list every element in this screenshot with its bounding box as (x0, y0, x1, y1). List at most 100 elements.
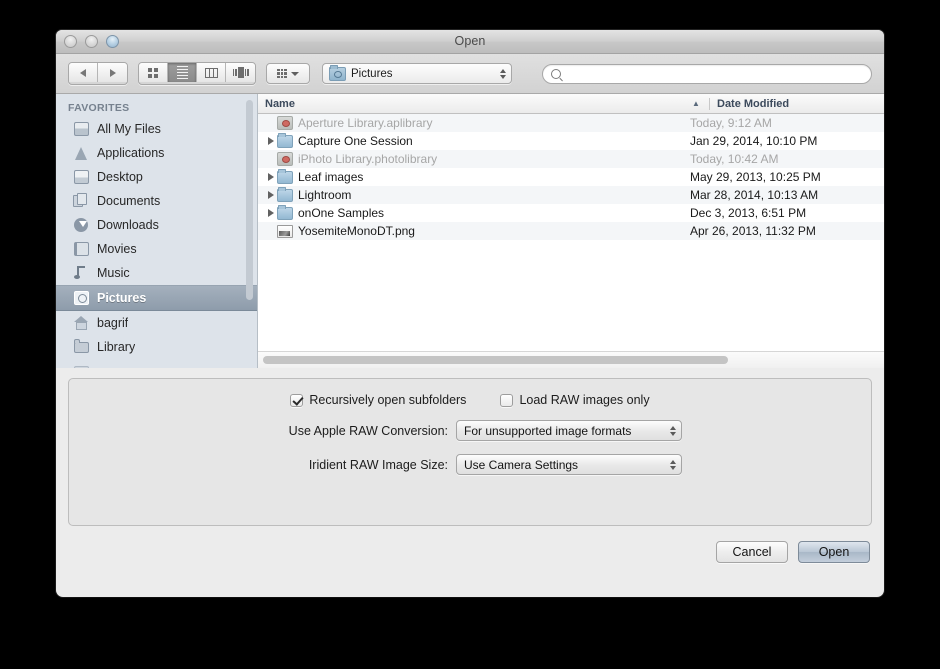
library-bundle-icon (277, 116, 293, 130)
sidebar-item-music[interactable]: Music (56, 261, 257, 285)
sidebar-item-bagrif[interactable]: bagrif (56, 311, 257, 335)
home-icon (73, 316, 90, 331)
cell-date-modified: Dec 3, 2013, 6:51 PM (683, 206, 884, 220)
iridient-raw-image-size-label: Iridient RAW Image Size: (258, 458, 456, 472)
file-name: Capture One Session (298, 134, 413, 148)
navigation-segmented-control (68, 62, 128, 85)
minimize-button[interactable] (85, 35, 98, 48)
table-row[interactable]: onOne Samples Dec 3, 2013, 6:51 PM (258, 204, 884, 222)
table-row[interactable]: LightroomMar 28, 2014, 10:13 AM (258, 186, 884, 204)
cell-name: Lightroom (258, 188, 683, 202)
checkbox-checked-icon[interactable] (290, 394, 303, 407)
sidebar-item-label: Pictures (97, 291, 146, 305)
file-list-rows: Aperture Library.aplibraryToday, 9:12 AM… (258, 114, 884, 240)
file-name: onOne Samples (298, 206, 384, 220)
table-row[interactable]: iPhoto Library.photolibrary Today, 10:42 … (258, 150, 884, 168)
window-controls (64, 35, 119, 48)
column-header-date-modified[interactable]: Date Modified (709, 98, 884, 110)
disclosure-triangle-icon[interactable] (265, 137, 277, 145)
sidebar-item-documents[interactable]: Documents (56, 189, 257, 213)
recursively-open-subfolders-checkbox[interactable]: Recursively open subfolders (290, 393, 466, 407)
sidebar-scrollbar[interactable] (246, 100, 253, 300)
back-button[interactable] (69, 63, 98, 82)
iridient-raw-image-size-row: Iridient RAW Image Size: Use Camera Sett… (69, 454, 871, 475)
checkbox-unchecked-icon[interactable] (500, 394, 513, 407)
apple-raw-conversion-select[interactable]: For unsupported image formats (456, 420, 682, 441)
sidebar-item-library[interactable]: Library (56, 335, 257, 359)
dialog-footer: Cancel Open (56, 526, 884, 578)
iridient-raw-image-size-select[interactable]: Use Camera Settings (456, 454, 682, 475)
coverflow-view-button[interactable] (226, 63, 255, 82)
table-row[interactable]: Aperture Library.aplibraryToday, 9:12 AM (258, 114, 884, 132)
library-folder-icon (73, 340, 90, 355)
column-header-name[interactable]: Name (258, 98, 683, 110)
view-mode-segmented-control (138, 62, 256, 85)
downloads-icon (73, 218, 90, 233)
all-my-files-icon (73, 122, 90, 137)
sidebar-item-label: Applications (97, 146, 164, 160)
sidebar-item-pictures[interactable]: Pictures (56, 285, 257, 311)
sidebar-item-desktop[interactable]: Desktop (56, 165, 257, 189)
chevron-down-icon (291, 72, 299, 76)
columns-icon (205, 68, 218, 78)
sidebar-item-label: Downloads (97, 218, 159, 232)
cell-name: iPhoto Library.photolibrary (258, 152, 683, 166)
library-bundle-icon (277, 152, 293, 166)
forward-button[interactable] (98, 63, 127, 82)
file-list-header: Name ▲ Date Modified (258, 94, 884, 114)
folder-icon (277, 135, 293, 148)
list-view-button[interactable] (168, 63, 197, 82)
sidebar-item-partial[interactable] (56, 359, 257, 368)
disclosure-triangle-icon[interactable] (265, 209, 277, 217)
cell-date-modified: Today, 10:42 AM (683, 152, 884, 166)
sidebar-item-label: All My Files (97, 122, 161, 136)
path-popup-button[interactable]: Pictures (322, 63, 512, 84)
column-view-button[interactable] (197, 63, 226, 82)
load-raw-images-only-checkbox[interactable]: Load RAW images only (500, 393, 649, 407)
coverflow-icon (233, 67, 249, 78)
open-button[interactable]: Open (798, 541, 870, 563)
open-dialog-window: Open (56, 30, 884, 597)
table-row[interactable]: Leaf imagesMay 29, 2013, 10:25 PM (258, 168, 884, 186)
close-button[interactable] (64, 35, 77, 48)
sidebar-item-label: Music (97, 266, 130, 280)
pictures-icon (73, 291, 90, 306)
file-name: iPhoto Library.photolibrary (298, 152, 437, 166)
folder-icon (73, 364, 90, 369)
folder-icon (277, 207, 293, 220)
sidebar-item-label: Library (97, 340, 135, 354)
sidebar-item-downloads[interactable]: Downloads (56, 213, 257, 237)
cell-name: Aperture Library.aplibrary (258, 116, 683, 130)
sidebar-item-movies[interactable]: Movies (56, 237, 257, 261)
disclosure-triangle-icon[interactable] (265, 173, 277, 181)
icon-view-button[interactable] (139, 63, 168, 82)
file-list-horizontal-scrollbar[interactable] (258, 351, 884, 368)
desktop-icon (73, 170, 90, 185)
checkbox-label: Load RAW images only (519, 393, 649, 407)
cancel-button[interactable]: Cancel (716, 541, 788, 563)
search-input[interactable] (565, 67, 863, 81)
select-value: Use Camera Settings (464, 458, 578, 472)
zoom-button[interactable] (106, 35, 119, 48)
sidebar-item-label: Desktop (97, 170, 143, 184)
window-title: Open (56, 30, 884, 53)
arrange-menu-button[interactable] (266, 63, 310, 84)
cell-name: Capture One Session (258, 134, 683, 148)
cell-date-modified: Apr 26, 2013, 11:32 PM (683, 224, 884, 238)
scrollbar-thumb[interactable] (263, 356, 728, 364)
chevron-left-icon (80, 69, 86, 77)
sidebar-item-label: Documents (97, 194, 160, 208)
search-icon (551, 69, 561, 79)
cell-date-modified: Mar 28, 2014, 10:13 AM (683, 188, 884, 202)
search-field[interactable] (542, 64, 872, 84)
table-row[interactable]: YosemiteMonoDT.pngApr 26, 2013, 11:32 PM (258, 222, 884, 240)
sidebar-item-all-my-files[interactable]: All My Files (56, 117, 257, 141)
sidebar-item-label: bagrif (97, 316, 128, 330)
image-file-icon (277, 225, 293, 238)
pictures-folder-icon (329, 67, 346, 81)
sidebar-item-applications[interactable]: Applications (56, 141, 257, 165)
dialog-body: FAVORITES All My Files Applications Desk… (56, 94, 884, 368)
disclosure-triangle-icon[interactable] (265, 191, 277, 199)
table-row[interactable]: Capture One SessionJan 29, 2014, 10:10 P… (258, 132, 884, 150)
apple-raw-conversion-label: Use Apple RAW Conversion: (258, 424, 456, 438)
